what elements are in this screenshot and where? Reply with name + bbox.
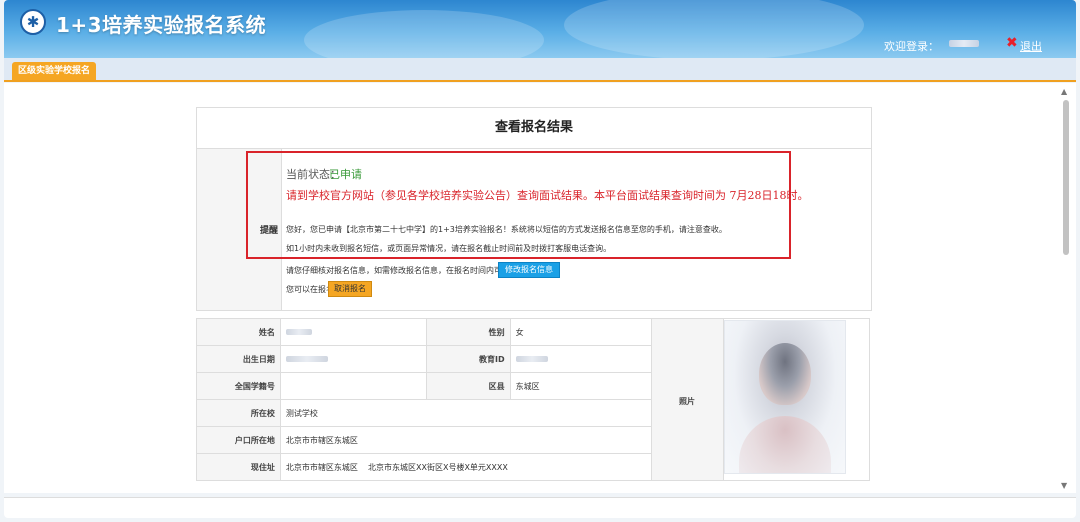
emblem-icon: ✱	[20, 9, 46, 35]
photo-label: 照片	[679, 397, 695, 406]
edu-id-value	[509, 345, 653, 373]
photo-head-shape	[759, 343, 811, 405]
address-value: 北京市市辖区东城区 北京市东城区XX街区X号楼X单元XXXX	[279, 453, 653, 481]
student-no-label: 全国学籍号	[196, 372, 281, 400]
gender-label: 性别	[425, 318, 511, 346]
sms-message: 如1小时内未收到报名短信，或页面异常情况，请在报名截止时间前及时拨打客服电话查询…	[286, 244, 612, 253]
edu-id-redacted	[515, 356, 548, 362]
result-panel-title: 查看报名结果	[197, 108, 871, 149]
district-value: 东城区	[509, 372, 653, 400]
username-redacted	[949, 40, 979, 47]
page-footer	[4, 497, 1076, 518]
scroll-up-arrow-icon[interactable]: ▲	[1061, 87, 1067, 96]
status-value: 已申请	[329, 168, 362, 181]
name-redacted	[285, 329, 312, 335]
welcome-label: 欢迎登录：	[884, 40, 939, 53]
name-label: 姓名	[196, 318, 281, 346]
header-decoration	[304, 10, 544, 58]
logout-link[interactable]: 退出	[1020, 38, 1042, 54]
school-value: 测试学校	[279, 399, 653, 427]
interview-notice: 请到学校官方网站（参见各学校培养实验公告）查询面试结果。本平台面试结果查询时间为…	[286, 189, 809, 202]
app-title: 1+3培养实验报名系统	[56, 13, 267, 37]
close-x-icon[interactable]: ✖	[1006, 35, 1018, 51]
header-decoration	[564, 0, 864, 58]
app-header: ✱ 1+3培养实验报名系统 欢迎登录： ✖ 退出	[4, 0, 1076, 58]
district-label: 区县	[425, 372, 511, 400]
hukou-value: 北京市市辖区东城区	[279, 426, 653, 454]
gender-value: 女	[509, 318, 653, 346]
birth-value	[279, 345, 427, 373]
school-label: 所在校	[196, 399, 281, 427]
cancel-signup-button[interactable]: 取消报名	[328, 281, 372, 297]
modify-signup-button[interactable]: 修改报名信息	[498, 262, 560, 278]
name-value	[279, 318, 427, 346]
birth-redacted	[285, 356, 328, 362]
hukou-label: 户口所在地	[196, 426, 281, 454]
birth-label: 出生日期	[196, 345, 281, 373]
address-label: 现住址	[196, 453, 281, 481]
tab-district-school-signup[interactable]: 区级实验学校报名	[12, 62, 97, 80]
scroll-down-arrow-icon[interactable]: ▼	[1061, 481, 1067, 490]
student-no-value	[279, 372, 427, 400]
photo-body-shape	[739, 416, 831, 473]
student-photo	[724, 320, 846, 474]
tab-bar: 区级实验学校报名	[4, 58, 1076, 82]
signup-message: 您好，您已申请【北京市第二十七中学】的1+3培养实验报名！系统将以短信的方式发送…	[286, 225, 727, 234]
edu-id-label: 教育ID	[425, 345, 511, 373]
scrollbar-thumb[interactable]	[1063, 100, 1069, 255]
modify-hint: 请您仔细核对报名信息，如需修改报名信息，在报名时间内可	[286, 266, 502, 275]
